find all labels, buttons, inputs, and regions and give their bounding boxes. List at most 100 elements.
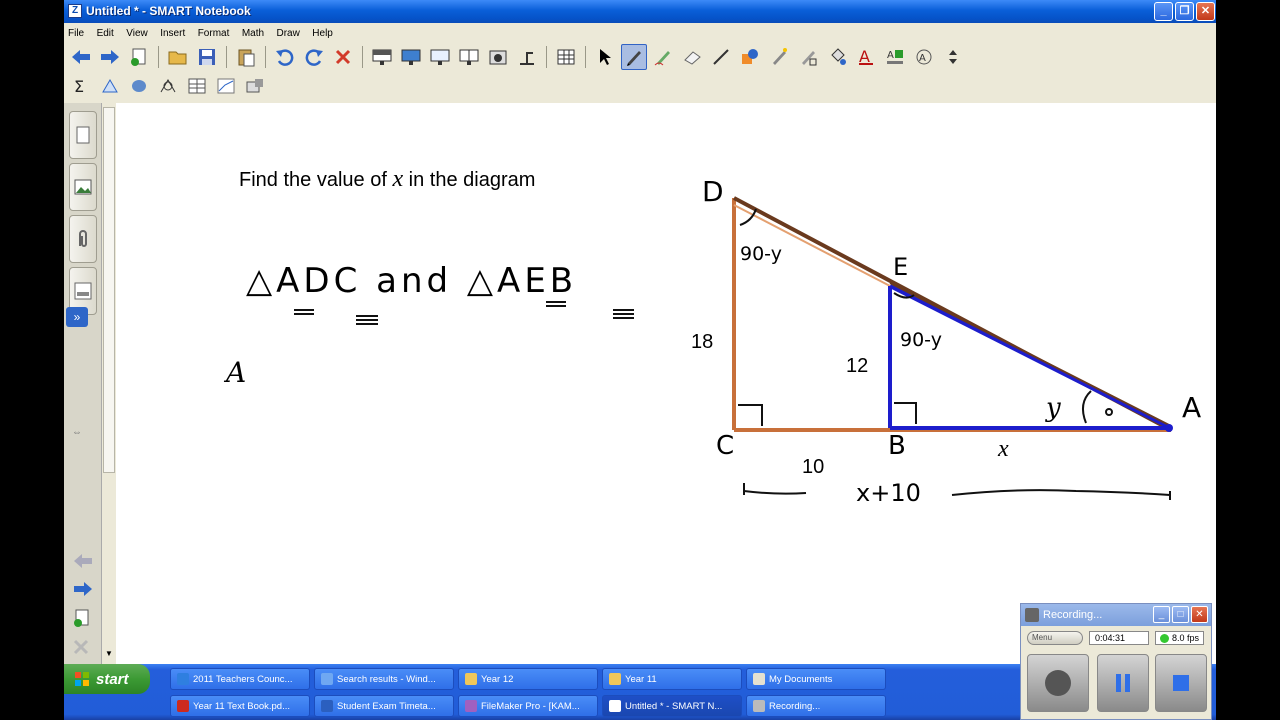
stop-button[interactable] (1155, 654, 1207, 712)
fonts-icon[interactable]: A (911, 44, 937, 70)
minimize-button[interactable]: _ (1154, 2, 1173, 21)
fps-value: 8.0 fps (1172, 633, 1200, 643)
task-filemaker[interactable]: FileMaker Pro - [KAM... (458, 695, 598, 717)
page-back-icon[interactable] (72, 553, 94, 574)
task-label: FileMaker Pro - [KAM... (481, 700, 580, 712)
folder-icon (609, 673, 621, 685)
start-button[interactable]: start (64, 664, 150, 694)
recorder-title-bar[interactable]: Recording... _ □ ✕ (1021, 604, 1211, 626)
graph-icon[interactable] (213, 73, 239, 99)
shape-icon[interactable] (737, 44, 763, 70)
task-search-results[interactable]: Search results - Wind... (314, 668, 454, 690)
shape-tool-icon[interactable] (97, 73, 123, 99)
handwritten-partial[interactable]: A (226, 356, 246, 389)
filemaker-icon (465, 700, 477, 712)
open-icon[interactable] (165, 44, 191, 70)
properties-icon[interactable]: A (882, 44, 908, 70)
task-teachers-council[interactable]: 2011 Teachers Counc... (170, 668, 310, 690)
screen-shade-icon[interactable] (369, 44, 395, 70)
menu-draw[interactable]: Draw (273, 25, 304, 42)
menu-view[interactable]: View (122, 25, 152, 42)
shape-recognition-pen-icon[interactable] (795, 44, 821, 70)
whiteboard-canvas[interactable]: Find the value of x in the diagram △ADC … (116, 103, 1216, 664)
redo-icon[interactable] (301, 44, 327, 70)
menu-file[interactable]: File (64, 25, 88, 42)
gallery-tab[interactable] (69, 163, 97, 211)
task-recording[interactable]: Recording... (746, 695, 886, 717)
recorder-close-button[interactable]: ✕ (1191, 606, 1208, 623)
scroll-down-icon[interactable]: ▼ (103, 648, 115, 660)
page-sorter-tab[interactable] (69, 111, 97, 159)
paste-icon[interactable] (233, 44, 259, 70)
menu-bar: File Edit View Insert Format Math Draw H… (64, 23, 1216, 42)
table-icon[interactable] (553, 44, 579, 70)
3d-icon[interactable] (126, 73, 152, 99)
record-button[interactable] (1027, 654, 1089, 712)
table-tool-icon[interactable] (184, 73, 210, 99)
add-page-icon[interactable] (126, 44, 152, 70)
resize-grip-icon[interactable]: ⇔ (72, 427, 82, 438)
fill-icon[interactable] (824, 44, 850, 70)
geometry-icon[interactable] (155, 73, 181, 99)
move-toolbar-icon[interactable] (940, 44, 966, 70)
recording-time: 0:04:31 (1089, 631, 1149, 645)
recorder-app-icon (1025, 608, 1039, 622)
forward-icon[interactable] (97, 44, 123, 70)
delete-page-icon[interactable] (72, 638, 90, 661)
document-camera-icon[interactable] (514, 44, 540, 70)
svg-text:A: A (887, 50, 894, 61)
task-year-11[interactable]: Year 11 (602, 668, 742, 690)
title-bar[interactable]: Z Untitled * - SMART Notebook _ ❐ ✕ (64, 0, 1216, 23)
full-screen-icon[interactable] (398, 44, 424, 70)
creative-pen-icon[interactable] (650, 44, 676, 70)
task-year-12[interactable]: Year 12 (458, 668, 598, 690)
task-text-book[interactable]: Year 11 Text Book.pd... (170, 695, 310, 717)
task-label: Year 12 (481, 673, 514, 685)
line-icon[interactable] (708, 44, 734, 70)
add-page-side-icon[interactable] (72, 608, 92, 633)
svg-text:Σ: Σ (74, 77, 84, 95)
transparent-background-icon[interactable] (427, 44, 453, 70)
bottom-span-label: x+10 (856, 479, 921, 507)
menu-insert[interactable]: Insert (156, 25, 189, 42)
eraser-icon[interactable] (679, 44, 705, 70)
recorder-menu[interactable]: Menu (1027, 631, 1083, 645)
pen-icon[interactable] (621, 44, 647, 70)
save-icon[interactable] (194, 44, 220, 70)
close-button[interactable]: ✕ (1196, 2, 1215, 21)
task-smart-notebook[interactable]: Untitled * - SMART N... (602, 695, 742, 717)
text-icon[interactable]: A (853, 44, 879, 70)
menu-math[interactable]: Math (238, 25, 268, 42)
restore-button[interactable]: ❐ (1175, 2, 1194, 21)
task-exam-timetable[interactable]: Student Exam Timeta... (314, 695, 454, 717)
menu-format[interactable]: Format (194, 25, 234, 42)
svg-text:A: A (919, 53, 926, 64)
pause-button[interactable] (1097, 654, 1149, 712)
capture-icon[interactable] (485, 44, 511, 70)
recorder-minimize-button[interactable]: _ (1153, 606, 1170, 623)
menu-edit[interactable]: Edit (93, 25, 118, 42)
properties-tab-icon (74, 282, 92, 300)
scroll-thumb[interactable] (103, 107, 115, 473)
select-icon[interactable] (592, 44, 618, 70)
measurement-icon[interactable] (242, 73, 268, 99)
menu-help[interactable]: Help (308, 25, 337, 42)
delete-icon[interactable] (330, 44, 356, 70)
dual-page-icon[interactable] (456, 44, 482, 70)
magic-pen-icon[interactable] (766, 44, 792, 70)
task-label: Untitled * - SMART N... (625, 700, 723, 712)
task-my-documents[interactable]: My Documents (746, 668, 886, 690)
handwritten-similar-triangles[interactable]: △ADC and △AEB (246, 261, 577, 301)
angle-d-label: 90-y (740, 243, 782, 265)
task-label: Student Exam Timeta... (337, 700, 436, 712)
back-icon[interactable] (68, 44, 94, 70)
attachments-tab[interactable] (69, 215, 97, 263)
math-sum-icon[interactable]: Σ (68, 73, 94, 99)
panel-scrollbar[interactable]: ▼ (102, 103, 116, 664)
recorder-restore-button[interactable]: □ (1172, 606, 1189, 623)
page-sorter-icon (76, 126, 90, 144)
page-forward-icon[interactable] (72, 581, 94, 602)
expand-panel-icon[interactable]: » (66, 307, 88, 327)
undo-icon[interactable] (272, 44, 298, 70)
angle-e-label: 90-y (900, 329, 942, 351)
